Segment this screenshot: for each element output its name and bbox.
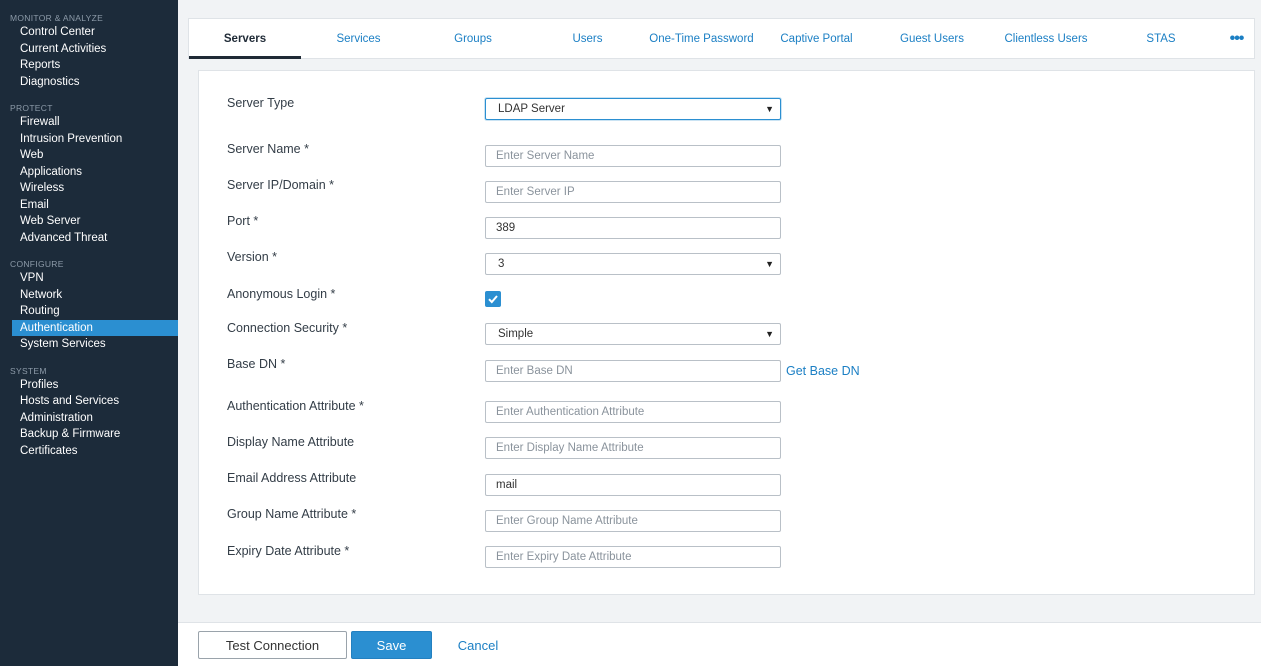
server-type-select[interactable]: LDAP Server ▼ <box>485 98 781 120</box>
sidebar-heading: MONITOR & ANALYZE <box>10 13 104 23</box>
sidebar-item-web[interactable]: Web <box>0 147 178 164</box>
tab-clientless-users[interactable]: Clientless Users <box>989 19 1103 58</box>
sidebar-item-certificates[interactable]: Certificates <box>0 443 178 460</box>
tab-bar: Servers Services Groups Users One-Time P… <box>188 18 1255 59</box>
sidebar-heading: SYSTEM <box>10 365 47 376</box>
expiry-date-attribute-input[interactable] <box>485 546 781 568</box>
sidebar-item-reports[interactable]: Reports <box>0 57 178 74</box>
server-name-input[interactable] <box>485 145 781 167</box>
server-type-value: LDAP Server <box>498 103 565 115</box>
server-form: Server Type LDAP Server ▼ Server Name * … <box>198 70 1255 595</box>
sidebar-item-firewall[interactable]: Firewall <box>0 114 178 131</box>
sidebar-item-applications[interactable]: Applications <box>0 164 178 181</box>
anonymous-login-checkbox[interactable] <box>485 291 501 307</box>
cancel-button[interactable]: Cancel <box>448 631 508 659</box>
version-value: 3 <box>498 258 505 270</box>
sidebar-item-hosts-and-services[interactable]: Hosts and Services <box>0 393 178 410</box>
tab-stas[interactable]: STAS <box>1103 19 1219 58</box>
expiry-date-attribute-label: Expiry Date Attribute * <box>227 544 350 558</box>
sidebar-item-advanced-threat[interactable]: Advanced Threat <box>0 230 178 247</box>
connection-security-select[interactable]: Simple ▼ <box>485 323 781 345</box>
more-horizontal-icon[interactable]: ••• <box>1219 19 1254 58</box>
server-type-label: Server Type <box>227 96 295 110</box>
sidebar-item-system-services[interactable]: System Services <box>0 336 178 353</box>
tab-one-time-password[interactable]: One-Time Password <box>645 19 758 58</box>
group-name-attribute-input[interactable] <box>485 510 781 532</box>
footer-bar: Test Connection Save Cancel <box>178 622 1261 666</box>
base-dn-label: Base DN * <box>227 357 286 371</box>
sidebar-section-configure: CONFIGURE VPN Network Routing Authentica… <box>0 246 178 353</box>
connection-security-value: Simple <box>498 328 534 340</box>
sidebar-section-monitor: MONITOR & ANALYZE Control Center Current… <box>0 0 178 90</box>
sidebar-item-diagnostics[interactable]: Diagnostics <box>0 74 178 91</box>
sidebar-section-system: SYSTEM Profiles Hosts and Services Admin… <box>0 353 178 460</box>
chevron-down-icon: ▼ <box>765 329 774 339</box>
sidebar-item-administration[interactable]: Administration <box>0 410 178 427</box>
display-name-attribute-input[interactable] <box>485 437 781 459</box>
sidebar-item-routing[interactable]: Routing <box>0 303 178 320</box>
display-name-attribute-label: Display Name Attribute <box>227 435 355 449</box>
auth-attribute-input[interactable] <box>485 401 781 423</box>
sidebar-item-web-server[interactable]: Web Server <box>0 213 178 230</box>
get-base-dn-link[interactable]: Get Base DN <box>786 364 860 378</box>
main-content: Servers Services Groups Users One-Time P… <box>178 0 1261 666</box>
base-dn-input[interactable] <box>485 360 781 382</box>
connection-security-label: Connection Security * <box>227 321 348 335</box>
server-name-label: Server Name * <box>227 142 309 156</box>
port-input[interactable] <box>485 217 781 239</box>
sidebar-item-profiles[interactable]: Profiles <box>0 377 178 394</box>
chevron-down-icon: ▼ <box>765 104 774 114</box>
chevron-down-icon: ▼ <box>765 259 774 269</box>
sidebar-item-current-activities[interactable]: Current Activities <box>0 41 178 58</box>
sidebar-heading: PROTECT <box>10 103 53 113</box>
sidebar-item-backup-firmware[interactable]: Backup & Firmware <box>0 426 178 443</box>
sidebar-item-wireless[interactable]: Wireless <box>0 180 178 197</box>
check-icon <box>488 295 498 304</box>
save-button[interactable]: Save <box>351 631 432 659</box>
tab-guest-users[interactable]: Guest Users <box>875 19 989 58</box>
sidebar-section-protect: PROTECT Firewall Intrusion Prevention We… <box>0 90 178 246</box>
sidebar-item-email[interactable]: Email <box>0 197 178 214</box>
server-ip-input[interactable] <box>485 181 781 203</box>
sidebar-item-vpn[interactable]: VPN <box>0 270 178 287</box>
port-label: Port * <box>227 214 259 228</box>
tab-servers[interactable]: Servers <box>189 19 301 59</box>
sidebar-item-control-center[interactable]: Control Center <box>0 24 178 41</box>
version-select[interactable]: 3 ▼ <box>485 253 781 275</box>
sidebar-item-authentication[interactable]: Authentication <box>12 319 178 336</box>
anonymous-login-label: Anonymous Login * <box>227 287 336 301</box>
email-attribute-label: Email Address Attribute <box>227 471 357 485</box>
server-ip-label: Server IP/Domain * <box>227 178 334 192</box>
sidebar-heading: CONFIGURE <box>10 259 64 269</box>
tab-users[interactable]: Users <box>530 19 645 58</box>
sidebar-item-intrusion-prevention[interactable]: Intrusion Prevention <box>0 131 178 148</box>
test-connection-button[interactable]: Test Connection <box>198 631 347 659</box>
auth-attribute-label: Authentication Attribute * <box>227 399 364 413</box>
group-name-attribute-label: Group Name Attribute * <box>227 507 357 521</box>
tab-groups[interactable]: Groups <box>416 19 530 58</box>
sidebar: MONITOR & ANALYZE Control Center Current… <box>0 0 178 666</box>
email-attribute-input[interactable] <box>485 474 781 496</box>
sidebar-item-network[interactable]: Network <box>0 287 178 304</box>
tab-services[interactable]: Services <box>301 19 416 58</box>
tab-captive-portal[interactable]: Captive Portal <box>758 19 875 58</box>
version-label: Version * <box>227 250 278 264</box>
